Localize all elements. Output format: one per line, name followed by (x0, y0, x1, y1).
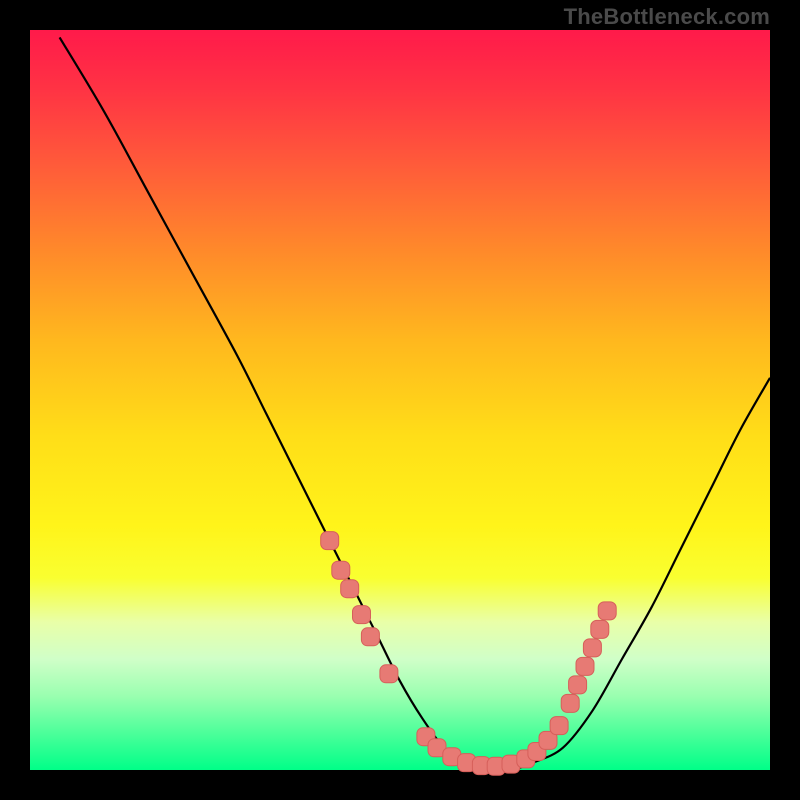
chart-container: TheBottleneck.com (0, 0, 800, 800)
marker-right-2 (569, 676, 587, 694)
marker-left-5 (380, 665, 398, 683)
marker-right-4 (583, 639, 601, 657)
marker-left-2 (341, 580, 359, 598)
bottleneck-curve (60, 37, 770, 771)
marker-right-1 (561, 694, 579, 712)
marker-right-0 (550, 717, 568, 735)
marker-left-4 (361, 628, 379, 646)
marker-left-3 (353, 606, 371, 624)
marker-right-5 (591, 620, 609, 638)
marker-right-3 (576, 657, 594, 675)
marker-left-0 (321, 532, 339, 550)
chart-svg (30, 30, 770, 770)
watermark-text: TheBottleneck.com (564, 4, 770, 30)
marker-left-1 (332, 561, 350, 579)
marker-right-6 (598, 602, 616, 620)
